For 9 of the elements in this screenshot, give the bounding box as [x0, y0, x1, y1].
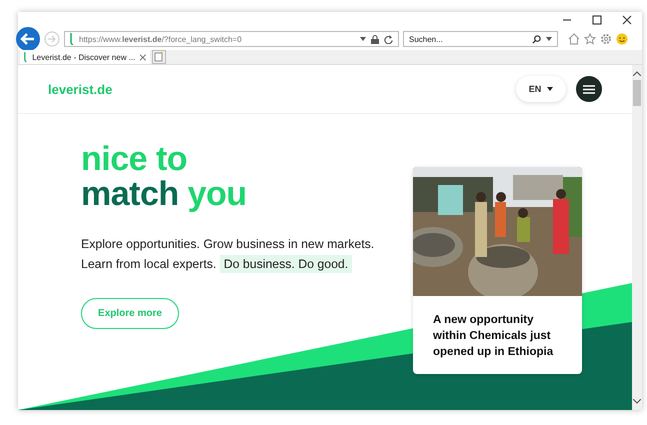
url-text: https://www.leverist.de/?force_lang_switch=0 [79, 34, 242, 44]
card-title: A new opportunity within Chemicals just opened up in Ethiopia [432, 313, 554, 360]
address-bar[interactable]: https://www.leverist.de/?force_lang_switch=0 [64, 31, 399, 47]
language-dropdown[interactable]: EN [516, 76, 566, 102]
browser-tab[interactable]: Leverist.de - Discover new ... [20, 50, 150, 64]
article-card[interactable]: A new opportunity within Chemicals just opened up in Ethiopia [413, 167, 582, 374]
intro-paragraph: Explore opportunities. Grow business in new markets. Learn from local experts. Do business. Do good. [81, 236, 376, 274]
headline: nice to match you [81, 142, 248, 212]
search-field[interactable]: Suchen... [403, 31, 558, 47]
